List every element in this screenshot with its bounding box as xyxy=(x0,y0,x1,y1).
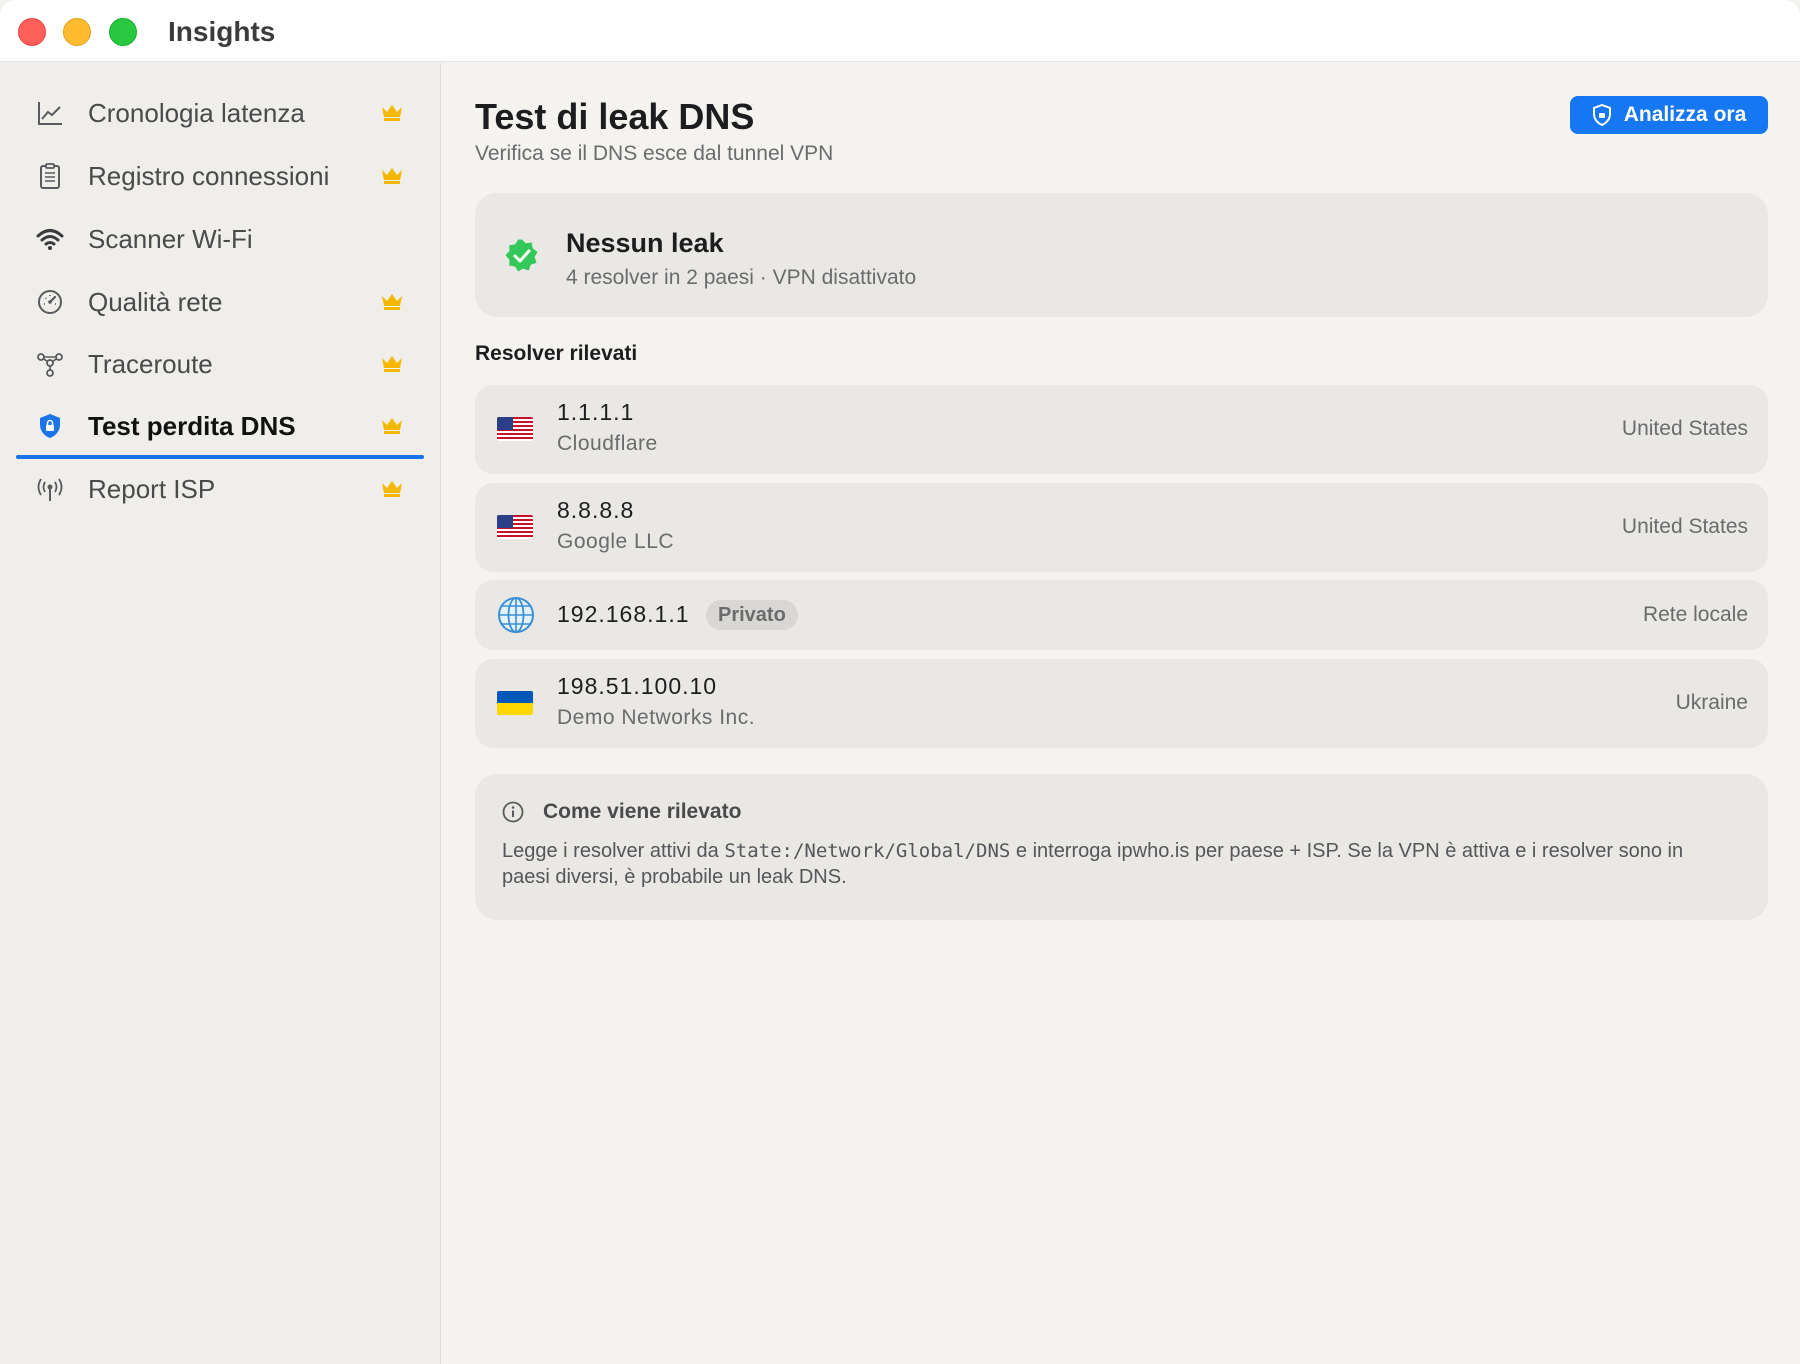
resolver-country: United States xyxy=(1621,515,1748,538)
resolver-ip: 192.168.1.1 xyxy=(557,601,690,627)
ukraine-flag-icon xyxy=(497,691,533,715)
resolver-ip: 1.1.1.1 xyxy=(557,399,635,425)
status-card: Nessun leak 4 resolver in 2 paesi · VPN … xyxy=(475,193,1768,317)
crown-icon xyxy=(382,356,402,372)
private-badge: Privato xyxy=(706,600,798,630)
antenna-icon xyxy=(37,478,63,501)
resolver-ip: 198.51.100.10 xyxy=(557,673,718,699)
resolver-row: 8.8.8.8 Google LLC United States xyxy=(475,483,1768,572)
sidebar-item-label: Cronologia latenza xyxy=(88,98,305,128)
analyze-now-button[interactable]: Analizza ora xyxy=(1570,96,1768,134)
sidebar-item-label: Registro connessioni xyxy=(88,161,330,191)
resolver-country: United States xyxy=(1621,417,1748,440)
sidebar-item-label: Qualità rete xyxy=(88,287,223,317)
resolver-row: 192.168.1.1 Privato Rete locale xyxy=(475,580,1768,650)
resolver-isp: Demo Networks Inc. xyxy=(557,706,756,729)
wifi-icon xyxy=(36,229,64,250)
page-title: Test di leak DNS xyxy=(475,96,755,137)
resolvers-section-title: Resolver rilevati xyxy=(475,342,638,365)
sidebar-item-traceroute[interactable]: Traceroute xyxy=(16,336,424,392)
maximize-button[interactable] xyxy=(109,18,137,46)
gauge-icon xyxy=(38,290,62,314)
resolver-isp: Cloudflare xyxy=(557,432,658,455)
crown-icon xyxy=(382,481,402,497)
title-bar: Insights xyxy=(0,0,1800,62)
sidebar-item-label: Scanner Wi-Fi xyxy=(88,224,253,254)
resolver-row: 198.51.100.10 Demo Networks Inc. Ukraine xyxy=(475,659,1768,748)
network-nodes-icon xyxy=(37,353,63,377)
info-text: Legge i resolver attivi da State:/Networ… xyxy=(502,838,1722,890)
info-title: Come viene rilevato xyxy=(543,800,742,823)
resolver-ip: 8.8.8.8 xyxy=(557,497,635,523)
clipboard-icon xyxy=(40,163,60,189)
resolver-country: Ukraine xyxy=(1675,691,1748,714)
sidebar-item-report-isp[interactable]: Report ISP xyxy=(16,461,424,517)
info-card: Come viene rilevato Legge i resolver att… xyxy=(475,774,1768,920)
close-button[interactable] xyxy=(18,18,46,46)
us-flag-icon xyxy=(497,417,533,441)
resolver-country: Rete locale xyxy=(1642,603,1748,626)
status-title: Nessun leak xyxy=(566,228,724,258)
crown-icon xyxy=(382,105,402,121)
shield-icon xyxy=(1592,104,1611,126)
chart-line-icon xyxy=(38,102,62,125)
resolver-isp: Google LLC xyxy=(557,530,675,553)
sidebar: Cronologia latenza Registro connessioni xyxy=(0,63,441,1364)
resolver-row: 1.1.1.1 Cloudflare United States xyxy=(475,385,1768,474)
shield-lock-icon xyxy=(40,414,60,438)
sidebar-item-test-perdita-dns[interactable]: Test perdita DNS xyxy=(16,398,424,459)
sidebar-item-qualita-rete[interactable]: Qualità rete xyxy=(16,274,424,330)
crown-icon xyxy=(382,418,402,434)
minimize-button[interactable] xyxy=(63,18,91,46)
analyze-now-label: Analizza ora xyxy=(1623,103,1747,126)
crown-icon xyxy=(382,168,402,184)
sidebar-item-label: Traceroute xyxy=(88,349,213,379)
status-subtitle: 4 resolver in 2 paesi · VPN disattivato xyxy=(566,266,917,289)
info-icon xyxy=(502,801,524,823)
page-subtitle: Verifica se il DNS esce dal tunnel VPN xyxy=(475,142,834,165)
verified-check-icon xyxy=(505,239,538,272)
sidebar-item-label: Report ISP xyxy=(88,474,216,504)
main-content: Test di leak DNS Verifica se il DNS esce… xyxy=(442,63,1800,1364)
window-title: Insights xyxy=(168,16,276,47)
crown-icon xyxy=(382,294,402,310)
sidebar-item-label: Test perdita DNS xyxy=(88,411,296,441)
sidebar-item-registro-connessioni[interactable]: Registro connessioni xyxy=(16,148,424,204)
us-flag-icon xyxy=(497,515,533,539)
info-text-part: Legge i resolver attivi da xyxy=(502,840,725,862)
sidebar-item-cronologia-latenza[interactable]: Cronologia latenza xyxy=(16,85,424,141)
globe-icon xyxy=(498,597,534,633)
app-window: Insights Cronologia latenza Registro con… xyxy=(0,0,1800,1364)
info-text-code: State:/Network/Global/DNS xyxy=(724,840,1011,862)
sidebar-item-scanner-wifi[interactable]: Scanner Wi-Fi xyxy=(16,211,424,267)
